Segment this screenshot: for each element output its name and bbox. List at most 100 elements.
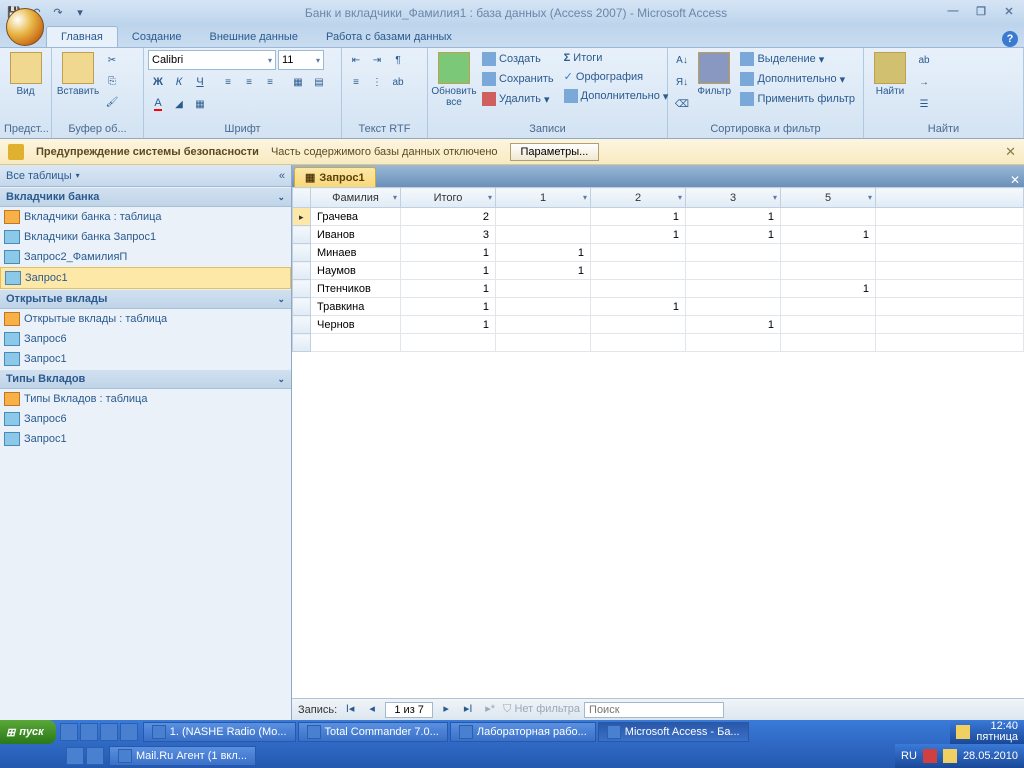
font-combo[interactable]: Calibri▾: [148, 50, 276, 70]
table-row[interactable]: Наумов11: [293, 262, 1024, 280]
selection-button[interactable]: Выделение ▾: [736, 50, 859, 68]
copy-icon[interactable]: ⎘: [102, 71, 122, 91]
select-icon[interactable]: ☰: [914, 94, 934, 114]
tray-icon[interactable]: [923, 749, 937, 763]
taskbar-button[interactable]: 1. (NASHE Radio (Mo...: [143, 722, 296, 742]
tray-lang[interactable]: RU: [901, 750, 917, 762]
table-row[interactable]: Минаев11: [293, 244, 1024, 262]
cell[interactable]: 1: [591, 298, 686, 316]
toggle-filter-button[interactable]: Применить фильтр: [736, 90, 859, 108]
cell[interactable]: [781, 244, 876, 262]
nav-item[interactable]: Типы Вкладов : таблица: [0, 389, 291, 409]
close-button[interactable]: ✕: [998, 5, 1020, 21]
quicklaunch-icon[interactable]: [66, 747, 84, 765]
more-button[interactable]: Дополнительно ▾: [560, 87, 673, 105]
cell[interactable]: [686, 244, 781, 262]
italic-icon[interactable]: К: [169, 72, 189, 92]
cell[interactable]: [496, 226, 591, 244]
goto-icon[interactable]: →: [914, 72, 934, 92]
spelling-button[interactable]: ✓Орфография: [560, 68, 673, 85]
font-color-icon[interactable]: A: [148, 94, 168, 114]
refresh-button[interactable]: Обновить все: [432, 50, 476, 110]
nav-collapse-icon[interactable]: «: [279, 170, 285, 182]
cell[interactable]: 1: [781, 280, 876, 298]
recnav-prev-icon[interactable]: ◂: [363, 702, 381, 718]
quicklaunch-icon[interactable]: [120, 723, 138, 741]
save-record-button[interactable]: Сохранить: [478, 70, 558, 88]
datasheet[interactable]: Фамилия▾Итого▾1▾2▾3▾5▾Грачева211Иванов31…: [292, 187, 1024, 698]
row-selector[interactable]: [293, 298, 311, 316]
cell[interactable]: Наумов: [311, 262, 401, 280]
security-options-button[interactable]: Параметры...: [510, 143, 600, 161]
office-orb-button[interactable]: [6, 8, 44, 46]
underline-icon[interactable]: Ч: [190, 72, 210, 92]
tab-external[interactable]: Внешние данные: [196, 27, 312, 47]
cell[interactable]: [686, 262, 781, 280]
column-header[interactable]: 3▾: [686, 188, 781, 208]
altrow-icon[interactable]: ▤: [309, 72, 329, 92]
highlight-icon[interactable]: ab: [388, 72, 408, 92]
nav-item[interactable]: Запрос1: [0, 429, 291, 449]
align-left-icon[interactable]: ≡: [218, 72, 238, 92]
column-header[interactable]: Фамилия▾: [311, 188, 401, 208]
clear-sort-icon[interactable]: ⌫: [672, 94, 692, 114]
paste-button[interactable]: Вставить: [56, 50, 100, 99]
cell[interactable]: 1: [781, 226, 876, 244]
format-painter-icon[interactable]: 🖌: [102, 92, 122, 112]
ltr-icon[interactable]: ¶: [388, 50, 408, 70]
gridlines-icon[interactable]: ▦: [288, 72, 308, 92]
redo-icon[interactable]: ↷: [48, 4, 68, 22]
cell[interactable]: 2: [401, 208, 496, 226]
document-tab-query[interactable]: ▦ Запрос1: [294, 167, 376, 187]
align-right-icon[interactable]: ≡: [260, 72, 280, 92]
column-header[interactable]: 1▾: [496, 188, 591, 208]
tab-home[interactable]: Главная: [46, 26, 118, 47]
quicklaunch-icon[interactable]: [86, 747, 104, 765]
recnav-first-icon[interactable]: I◂: [341, 702, 359, 718]
numbering-icon[interactable]: ≡: [346, 72, 366, 92]
fill-color-icon[interactable]: ◢: [169, 94, 189, 114]
nav-group-header[interactable]: Типы Вкладов⌄: [0, 369, 291, 389]
font-size-combo[interactable]: 11▾: [278, 50, 324, 70]
align-center-icon[interactable]: ≡: [239, 72, 259, 92]
cell[interactable]: 1: [496, 244, 591, 262]
indent-increase-icon[interactable]: ⇥: [367, 50, 387, 70]
cell[interactable]: [591, 316, 686, 334]
bullets-icon[interactable]: ⋮: [367, 72, 387, 92]
row-selector[interactable]: [293, 244, 311, 262]
cell[interactable]: 1: [591, 208, 686, 226]
cell[interactable]: 1: [401, 298, 496, 316]
nav-item[interactable]: Открытые вклады : таблица: [0, 309, 291, 329]
cell[interactable]: 1: [686, 208, 781, 226]
table-row[interactable]: Травкина11: [293, 298, 1024, 316]
nav-item[interactable]: Вкладчики банка : таблица: [0, 207, 291, 227]
qat-custom-icon[interactable]: ▾: [70, 4, 90, 22]
cell[interactable]: [496, 298, 591, 316]
nav-item[interactable]: Запрос1: [0, 349, 291, 369]
sort-asc-icon[interactable]: A↓: [672, 50, 692, 70]
nav-group-header[interactable]: Вкладчики банка⌄: [0, 187, 291, 207]
nav-header[interactable]: Все таблицы▾ «: [0, 165, 291, 187]
nav-item[interactable]: Запрос2_ФамилияП: [0, 247, 291, 267]
cell[interactable]: [686, 280, 781, 298]
nav-group-header[interactable]: Открытые вклады⌄: [0, 289, 291, 309]
find-button[interactable]: Найти: [868, 50, 912, 99]
tray-icon[interactable]: [956, 725, 970, 739]
cell[interactable]: [591, 244, 686, 262]
taskbar-button[interactable]: Mail.Ru Агент (1 вкл...: [109, 746, 256, 766]
delete-record-button[interactable]: Удалить ▾: [478, 90, 558, 108]
taskbar-button[interactable]: Total Commander 7.0...: [298, 722, 448, 742]
cell[interactable]: Иванов: [311, 226, 401, 244]
tray-icon[interactable]: [943, 749, 957, 763]
table-row[interactable]: Чернов11: [293, 316, 1024, 334]
cell[interactable]: Чернов: [311, 316, 401, 334]
table-row[interactable]: Грачева211: [293, 208, 1024, 226]
cell[interactable]: [781, 298, 876, 316]
filter-button[interactable]: Фильтр: [694, 50, 734, 99]
taskbar-button[interactable]: Microsoft Access - Ба...: [598, 722, 749, 742]
cell[interactable]: [591, 262, 686, 280]
row-selector[interactable]: [293, 226, 311, 244]
totals-button[interactable]: ΣИтоги: [560, 50, 673, 66]
cell[interactable]: 1: [686, 226, 781, 244]
cell[interactable]: 1: [401, 262, 496, 280]
